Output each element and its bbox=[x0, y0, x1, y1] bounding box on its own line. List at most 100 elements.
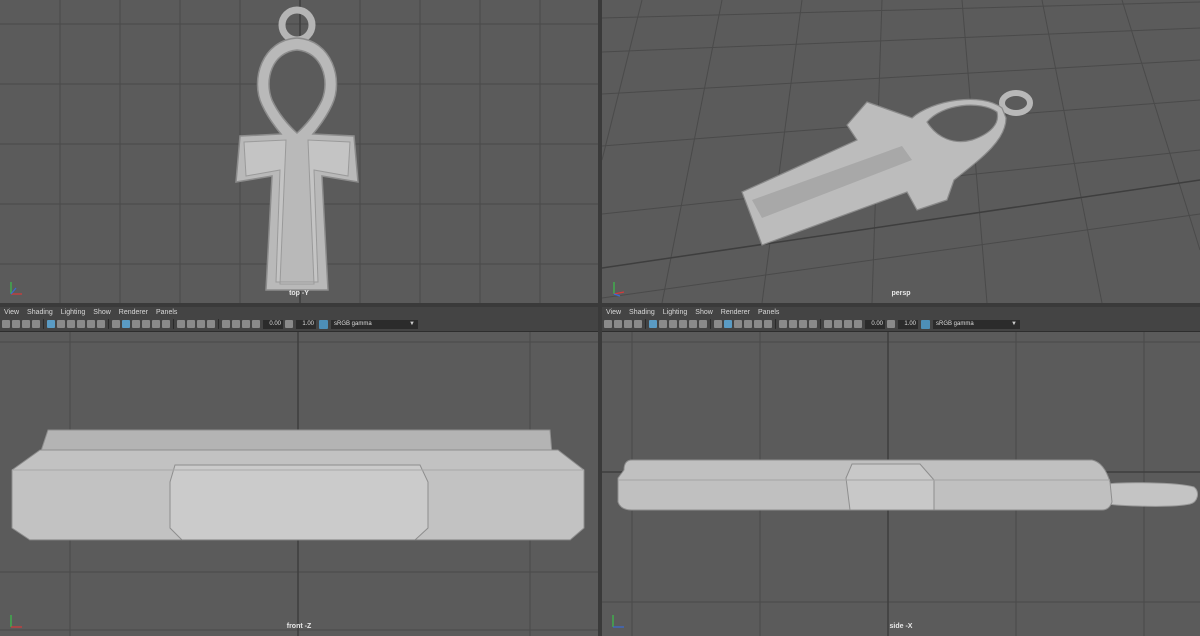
gate-mask-icon[interactable] bbox=[77, 320, 85, 328]
color-management-icon[interactable] bbox=[921, 319, 930, 329]
bookmark-icon[interactable] bbox=[624, 320, 632, 328]
bookmark-icon[interactable] bbox=[22, 320, 30, 328]
xray-joints-icon[interactable] bbox=[242, 320, 250, 328]
film-gate-icon[interactable] bbox=[659, 320, 667, 328]
image-plane-icon[interactable] bbox=[32, 320, 40, 328]
xray-joints-icon[interactable] bbox=[844, 320, 852, 328]
gamma-field[interactable]: 1.00 bbox=[898, 319, 918, 329]
xray-icon[interactable] bbox=[232, 320, 240, 328]
anti-alias-icon[interactable] bbox=[799, 320, 807, 328]
top-view-canvas bbox=[0, 0, 598, 303]
field-chart-icon[interactable] bbox=[87, 320, 95, 328]
gamma-icon[interactable] bbox=[285, 320, 293, 328]
ambient-occlusion-icon[interactable] bbox=[177, 320, 185, 328]
color-space-dropdown[interactable]: sRGB gamma ▼ bbox=[933, 319, 1020, 329]
toolbar-divider bbox=[108, 319, 109, 329]
ankh-persp-model bbox=[741, 90, 1033, 246]
color-space-value: sRGB gamma bbox=[334, 320, 372, 327]
toolbar-divider bbox=[173, 319, 174, 329]
toolbar-divider bbox=[218, 319, 219, 329]
menu-lighting[interactable]: Lighting bbox=[61, 309, 86, 316]
toolbar-divider bbox=[43, 319, 44, 329]
camera-icon[interactable] bbox=[2, 320, 10, 328]
ambient-occlusion-icon[interactable] bbox=[779, 320, 787, 328]
color-space-value: sRGB gamma bbox=[936, 320, 974, 327]
textured-icon[interactable] bbox=[744, 320, 752, 328]
isolate-select-icon[interactable] bbox=[824, 320, 832, 328]
exposure-field[interactable]: 0.00 bbox=[865, 319, 885, 329]
gamma-field[interactable]: 1.00 bbox=[296, 319, 316, 329]
camera-attr-icon[interactable] bbox=[614, 320, 622, 328]
shadows-icon[interactable] bbox=[162, 320, 170, 328]
viewport-side[interactable]: View Shading Lighting Show Renderer Pane… bbox=[602, 307, 1200, 636]
menu-lighting[interactable]: Lighting bbox=[663, 309, 688, 316]
wireframe-icon[interactable] bbox=[112, 320, 120, 328]
field-chart-icon[interactable] bbox=[689, 320, 697, 328]
gate-mask-icon[interactable] bbox=[679, 320, 687, 328]
exposure-field[interactable]: 0.00 bbox=[263, 319, 283, 329]
persp-view-canvas bbox=[602, 0, 1200, 303]
wire-on-shaded-icon[interactable] bbox=[734, 320, 742, 328]
exposure-icon[interactable] bbox=[252, 320, 260, 328]
toolbar-divider bbox=[645, 319, 646, 329]
toolbar-divider bbox=[775, 319, 776, 329]
camera-attr-icon[interactable] bbox=[12, 320, 20, 328]
depth-of-field-icon[interactable] bbox=[809, 320, 817, 328]
toolbar-divider bbox=[820, 319, 821, 329]
menu-show[interactable]: Show bbox=[695, 309, 713, 316]
viewport-front[interactable]: View Shading Lighting Show Renderer Pane… bbox=[0, 307, 598, 636]
color-management-icon[interactable] bbox=[319, 319, 328, 329]
grid-icon[interactable] bbox=[649, 320, 657, 328]
viewport-persp[interactable]: persp bbox=[602, 0, 1200, 303]
dropdown-arrow-icon: ▼ bbox=[1011, 320, 1017, 327]
camera-label-persp: persp bbox=[891, 290, 911, 297]
resolution-gate-icon[interactable] bbox=[67, 320, 75, 328]
anti-alias-icon[interactable] bbox=[197, 320, 205, 328]
viewport-top[interactable]: top -Y bbox=[0, 0, 598, 303]
shading-icon[interactable] bbox=[724, 320, 732, 328]
image-plane-icon[interactable] bbox=[634, 320, 642, 328]
camera-label-top: top -Y bbox=[289, 290, 309, 297]
panel-menubar-side: View Shading Lighting Show Renderer Pane… bbox=[602, 307, 1200, 317]
ankh-model bbox=[235, 6, 359, 291]
ankh-front-model bbox=[11, 429, 585, 541]
panel-toolbar-front: 0.00 1.00 sRGB gamma ▼ bbox=[0, 317, 598, 332]
menu-panels[interactable]: Panels bbox=[156, 309, 177, 316]
gamma-icon[interactable] bbox=[887, 320, 895, 328]
wire-on-shaded-icon[interactable] bbox=[132, 320, 140, 328]
menu-view[interactable]: View bbox=[4, 309, 19, 316]
safe-action-icon[interactable] bbox=[699, 320, 707, 328]
menu-shading[interactable]: Shading bbox=[629, 309, 655, 316]
menu-renderer[interactable]: Renderer bbox=[721, 309, 750, 316]
side-view-canvas bbox=[602, 332, 1200, 636]
depth-of-field-icon[interactable] bbox=[207, 320, 215, 328]
toolbar-divider bbox=[710, 319, 711, 329]
lights-icon[interactable] bbox=[754, 320, 762, 328]
menu-show[interactable]: Show bbox=[93, 309, 111, 316]
dropdown-arrow-icon: ▼ bbox=[409, 320, 415, 327]
camera-icon[interactable] bbox=[604, 320, 612, 328]
menu-renderer[interactable]: Renderer bbox=[119, 309, 148, 316]
resolution-gate-icon[interactable] bbox=[669, 320, 677, 328]
menu-panels[interactable]: Panels bbox=[758, 309, 779, 316]
panel-toolbar-side: 0.00 1.00 sRGB gamma ▼ bbox=[602, 317, 1200, 332]
shadows-icon[interactable] bbox=[764, 320, 772, 328]
xray-icon[interactable] bbox=[834, 320, 842, 328]
lights-icon[interactable] bbox=[152, 320, 160, 328]
wireframe-icon[interactable] bbox=[714, 320, 722, 328]
ankh-side-model bbox=[617, 459, 1198, 511]
motion-blur-icon[interactable] bbox=[187, 320, 195, 328]
color-space-dropdown[interactable]: sRGB gamma ▼ bbox=[331, 319, 418, 329]
menu-shading[interactable]: Shading bbox=[27, 309, 53, 316]
grid-icon[interactable] bbox=[47, 320, 55, 328]
panel-menubar-front: View Shading Lighting Show Renderer Pane… bbox=[0, 307, 598, 317]
exposure-icon[interactable] bbox=[854, 320, 862, 328]
motion-blur-icon[interactable] bbox=[789, 320, 797, 328]
safe-action-icon[interactable] bbox=[97, 320, 105, 328]
shading-icon[interactable] bbox=[122, 320, 130, 328]
textured-icon[interactable] bbox=[142, 320, 150, 328]
isolate-select-icon[interactable] bbox=[222, 320, 230, 328]
film-gate-icon[interactable] bbox=[57, 320, 65, 328]
menu-view[interactable]: View bbox=[606, 309, 621, 316]
front-view-canvas bbox=[0, 332, 598, 636]
